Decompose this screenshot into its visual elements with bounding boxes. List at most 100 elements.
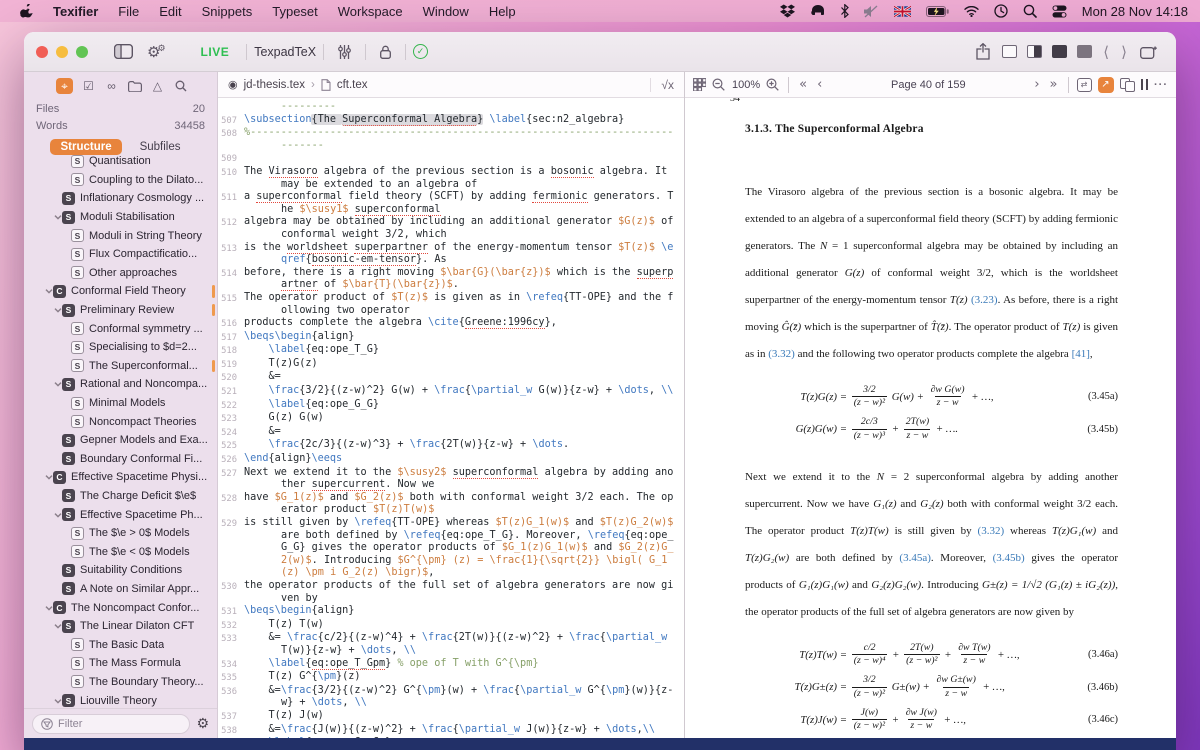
code-line[interactable]: 518 \label{eq:ope_T_G} bbox=[218, 344, 684, 358]
sidebar-item[interactable]: CConformal Field Theory bbox=[24, 282, 217, 301]
warnings-triangle-icon[interactable]: △ bbox=[150, 79, 165, 94]
control-center-icon[interactable] bbox=[1052, 5, 1067, 18]
chevron-down-icon[interactable] bbox=[44, 287, 53, 295]
menu-item-file[interactable]: File bbox=[108, 4, 149, 19]
new-tab-icon[interactable] bbox=[1140, 45, 1157, 59]
code-line[interactable]: 536 &=\frac{3/2}{(z-w)^2} G^{\pm}(w) + \… bbox=[218, 685, 684, 710]
chevron-down-icon[interactable] bbox=[53, 511, 62, 519]
thumbnails-grid-icon[interactable] bbox=[693, 78, 706, 91]
todo-checkbox-icon[interactable]: ☑ bbox=[81, 79, 96, 94]
menu-item-typeset[interactable]: Typeset bbox=[262, 4, 328, 19]
menu-item-workspace[interactable]: Workspace bbox=[328, 4, 413, 19]
pdf-page[interactable]: 34 3.1.3. The Superconformal Algebra The… bbox=[685, 98, 1176, 738]
layout-editor-only-button[interactable] bbox=[1002, 45, 1017, 58]
typeset-options-sliders-icon[interactable] bbox=[338, 45, 351, 59]
chevron-down-icon[interactable] bbox=[53, 697, 62, 705]
menu-item-snippets[interactable]: Snippets bbox=[192, 4, 263, 19]
code-line[interactable]: 507\subsection{The Superconformal Algebr… bbox=[218, 114, 684, 128]
mammoth-icon[interactable] bbox=[810, 4, 826, 18]
code-line[interactable]: 538 &=\frac{J(w)}{(z-w)^2} + \frac{\part… bbox=[218, 724, 684, 738]
pdf-reference-link[interactable]: (3.32) bbox=[768, 348, 795, 360]
code-line[interactable]: 516products complete the algebra \cite{G… bbox=[218, 317, 684, 331]
code-line[interactable]: 512algebra may be obtained by including … bbox=[218, 216, 684, 241]
sidebar-item[interactable]: SRational and Noncompa... bbox=[24, 375, 217, 394]
menu-item-help[interactable]: Help bbox=[479, 4, 526, 19]
sidebar-item[interactable]: SBoundary Conformal Fi... bbox=[24, 450, 217, 469]
layout-fullscreen-button[interactable] bbox=[1077, 45, 1092, 58]
structure-view-icon[interactable]: ⌖ bbox=[56, 78, 73, 94]
sidebar-item[interactable]: SCoupling to the Dilato... bbox=[24, 171, 217, 190]
battery-icon[interactable] bbox=[926, 6, 949, 17]
files-folder-icon[interactable] bbox=[127, 79, 142, 94]
apple-menu-icon[interactable] bbox=[20, 4, 33, 19]
volume-muted-icon[interactable] bbox=[864, 5, 879, 18]
minimize-button[interactable] bbox=[56, 46, 68, 58]
code-line[interactable]: --------- bbox=[218, 101, 684, 114]
code-line[interactable]: 514before, there is a right moving $\bar… bbox=[218, 267, 684, 292]
breadcrumb-file[interactable]: cft.tex bbox=[337, 79, 368, 91]
live-typeset-label[interactable]: LIVE bbox=[201, 45, 230, 59]
sidebar-item[interactable]: SLiouville Theory bbox=[24, 691, 217, 708]
code-line[interactable]: 526\end{align}\eeqs bbox=[218, 453, 684, 467]
sidebar-item[interactable]: SOther approaches bbox=[24, 264, 217, 283]
sidebar-item[interactable]: SThe Linear Dilaton CFT bbox=[24, 617, 217, 636]
sidebar-settings-gear-icon[interactable]: ⚙ bbox=[196, 715, 209, 732]
sidebar-item[interactable]: SModuli Stabilisation bbox=[24, 208, 217, 227]
pdf-more-options-icon[interactable]: ··· bbox=[1154, 79, 1168, 91]
pdf-reference-link[interactable]: (3.45b) bbox=[993, 552, 1025, 564]
sidebar-item[interactable]: SThe Superconformal... bbox=[24, 357, 217, 376]
sidebar-item[interactable]: CThe Noncompact Confor... bbox=[24, 598, 217, 617]
code-line[interactable]: 531\beqs\begin{align} bbox=[218, 605, 684, 619]
console-strip[interactable] bbox=[24, 738, 1176, 750]
code-line[interactable]: 527Next we extend it to the $\susy2$ sup… bbox=[218, 467, 684, 492]
sidebar-item[interactable]: SSuitability Conditions bbox=[24, 561, 217, 580]
sidebar-item[interactable]: SSpecialising to $d=2... bbox=[24, 338, 217, 357]
last-page-icon[interactable]: » bbox=[1048, 77, 1060, 92]
code-line[interactable]: 535 T(z) G^{\pm}(z) bbox=[218, 671, 684, 685]
menu-item-window[interactable]: Window bbox=[413, 4, 479, 19]
sidebar-item[interactable]: SThe Mass Formula bbox=[24, 654, 217, 673]
sidebar-item[interactable]: SMinimal Models bbox=[24, 394, 217, 413]
sidebar-item[interactable]: SGepner Models and Exa... bbox=[24, 431, 217, 450]
code-line[interactable]: 523 G(z) G(w) bbox=[218, 412, 684, 426]
sidebar-toggle-icon[interactable] bbox=[114, 44, 133, 59]
chevron-down-icon[interactable] bbox=[53, 306, 62, 314]
prev-page-icon[interactable]: ‹ bbox=[815, 77, 824, 92]
sidebar-item[interactable]: SConformal symmetry ... bbox=[24, 319, 217, 338]
code-line[interactable]: 513is the worldsheet superpartner of the… bbox=[218, 242, 684, 267]
code-line[interactable]: 521 \frac{3/2}{(z-w)^2} G(w) + \frac{\pa… bbox=[218, 385, 684, 399]
engine-selector[interactable]: TexpadTeX bbox=[254, 45, 316, 59]
sidebar-item[interactable]: SThe $\e > 0$ Models bbox=[24, 524, 217, 543]
sidebar-item[interactable]: SPreliminary Review bbox=[24, 301, 217, 320]
zoom-in-icon[interactable] bbox=[766, 78, 780, 91]
math-preview-button[interactable]: √x bbox=[650, 78, 674, 92]
typeset-settings-gears-icon[interactable]: ⚙⚙ bbox=[147, 43, 166, 61]
sidebar-item[interactable]: SThe Basic Data bbox=[24, 635, 217, 654]
sidebar-item[interactable]: SEffective Spacetime Ph... bbox=[24, 505, 217, 524]
typeset-ok-icon[interactable]: ✓ bbox=[413, 44, 428, 59]
menu-item-app[interactable]: Texifier bbox=[43, 4, 108, 19]
symbols-infinity-icon[interactable]: ∞ bbox=[104, 79, 119, 94]
sidebar-item[interactable]: SA Note on Similar Appr... bbox=[24, 580, 217, 599]
sidebar-item[interactable]: SThe Boundary Theory... bbox=[24, 673, 217, 692]
sidebar-item[interactable]: SInflationary Cosmology ... bbox=[24, 189, 217, 208]
pdf-reference-link[interactable]: [41] bbox=[1072, 348, 1090, 360]
chevron-down-icon[interactable] bbox=[53, 380, 62, 388]
sidebar-item[interactable]: SModuli in String Theory bbox=[24, 226, 217, 245]
code-area[interactable]: ---------507\subsection{The Superconform… bbox=[218, 98, 684, 738]
time-machine-icon[interactable] bbox=[994, 4, 1008, 18]
chevron-down-icon[interactable] bbox=[53, 213, 62, 221]
wifi-icon[interactable] bbox=[964, 6, 979, 17]
chevron-down-icon[interactable] bbox=[44, 473, 53, 481]
code-line[interactable]: 517\beqs\begin{align} bbox=[218, 331, 684, 345]
code-line[interactable]: 534 \label{eq:ope_T_Gpm} % ope of T with… bbox=[218, 658, 684, 672]
code-line[interactable]: 529is still given by \refeq{TT-OPE} wher… bbox=[218, 517, 684, 580]
sidebar-item[interactable]: SQuantisation bbox=[24, 152, 217, 171]
share-icon[interactable] bbox=[976, 43, 990, 60]
code-line[interactable]: 533 &= \frac{c/2}{(z-w)^4} + \frac{2T(w)… bbox=[218, 632, 684, 657]
spotlight-icon[interactable] bbox=[1023, 4, 1037, 18]
close-button[interactable] bbox=[36, 46, 48, 58]
layout-pdf-only-button[interactable] bbox=[1052, 45, 1067, 58]
sidebar-item[interactable]: CEffective Spacetime Physi... bbox=[24, 468, 217, 487]
code-line[interactable]: 509 bbox=[218, 152, 684, 166]
